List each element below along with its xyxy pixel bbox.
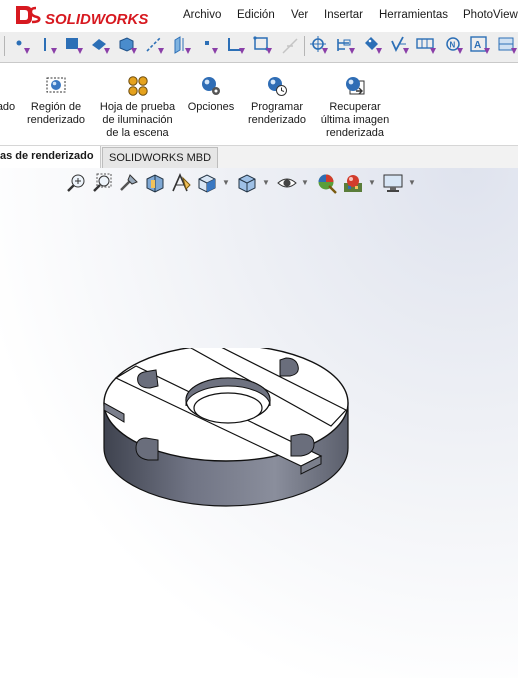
view-settings-icon[interactable] bbox=[382, 172, 404, 194]
selection-filter-toolbar: N A bbox=[0, 32, 518, 63]
solidworks-logo[interactable]: SOLIDWORKS bbox=[12, 2, 152, 30]
render-region-label-line2: renderizado bbox=[26, 114, 86, 126]
scene-illumination-label-line1: Hoja de prueba bbox=[99, 101, 176, 113]
filter-datum-icon[interactable] bbox=[416, 35, 438, 57]
menu-herramientas[interactable]: Herramientas bbox=[379, 9, 448, 21]
filter-sketch-segment-icon[interactable] bbox=[225, 35, 247, 57]
schedule-render-label-line1: Programar bbox=[251, 101, 303, 113]
menu-archivo[interactable]: Archivo bbox=[183, 9, 221, 21]
scene-illumination-icon bbox=[127, 76, 148, 96]
brand-text: SOLIDWORKS bbox=[45, 11, 148, 28]
recall-last-render-button[interactable]: Recuperar última imagen renderizada bbox=[315, 75, 395, 140]
hide-show-items-icon[interactable] bbox=[276, 172, 298, 194]
schedule-render-label-line2: renderizado bbox=[247, 114, 307, 126]
chevron-down-icon[interactable]: ▼ bbox=[262, 178, 270, 187]
render-button-label: ado bbox=[0, 101, 16, 113]
recall-render-label-line1: Recuperar bbox=[329, 101, 381, 113]
heads-up-view-toolbar: ▼ ▼ ▼ ▼ ▼ bbox=[0, 168, 518, 198]
svg-text:N: N bbox=[450, 41, 456, 50]
menu-ver[interactable]: Ver bbox=[291, 9, 308, 21]
tab-solidworks-mbd[interactable]: SOLIDWORKS MBD bbox=[102, 147, 219, 168]
filter-edge-icon[interactable] bbox=[37, 35, 59, 57]
filter-annotation-icon[interactable]: A bbox=[470, 35, 492, 57]
view-orientation-icon[interactable] bbox=[196, 172, 218, 194]
options-icon bbox=[202, 77, 220, 95]
previous-view-icon[interactable] bbox=[118, 172, 140, 194]
apply-scene-icon[interactable] bbox=[342, 172, 364, 194]
zoom-to-fit-icon[interactable] bbox=[66, 172, 88, 194]
menu-insertar[interactable]: Insertar bbox=[324, 9, 363, 21]
filter-surface-icon[interactable] bbox=[90, 35, 112, 57]
filter-vertex-icon[interactable] bbox=[10, 35, 32, 57]
svg-text:A: A bbox=[474, 40, 481, 51]
scene-illumination-proof-sheet-button[interactable]: Hoja de prueba de iluminación de la esce… bbox=[95, 75, 180, 140]
chevron-down-icon[interactable]: ▼ bbox=[368, 178, 376, 187]
render-icon bbox=[0, 75, 17, 97]
display-style-icon[interactable] bbox=[236, 172, 258, 194]
recall-render-label-line2: última imagen bbox=[320, 114, 390, 126]
filter-solid-body-icon[interactable] bbox=[117, 35, 139, 57]
filter-plane-icon[interactable] bbox=[171, 35, 193, 57]
filter-sketch-point-icon[interactable] bbox=[252, 35, 274, 57]
filter-midpoint-icon[interactable] bbox=[308, 35, 330, 57]
render-button[interactable]: ado bbox=[0, 75, 18, 114]
chevron-down-icon[interactable]: ▼ bbox=[222, 178, 230, 187]
options-label: Opciones bbox=[187, 101, 235, 113]
recall-render-label-line3: renderizada bbox=[325, 127, 385, 139]
chevron-down-icon[interactable]: ▼ bbox=[301, 178, 309, 187]
recall-render-icon bbox=[346, 77, 365, 95]
edit-appearance-icon[interactable] bbox=[316, 172, 338, 194]
render-region-label-line1: Región de bbox=[30, 101, 82, 113]
render-region-button[interactable]: Región de renderizado bbox=[22, 75, 90, 127]
scene-illumination-label-line2: de iluminación bbox=[102, 114, 173, 126]
filter-disabled-icon[interactable] bbox=[279, 35, 301, 57]
tab-render-tools[interactable]: as de renderizado bbox=[0, 146, 101, 168]
filter-axis-icon[interactable] bbox=[144, 35, 166, 57]
title-bar: SOLIDWORKS Archivo Edición Ver Insertar … bbox=[0, 0, 518, 33]
chevron-down-icon[interactable]: ▼ bbox=[408, 178, 416, 187]
dynamic-annotation-icon[interactable] bbox=[170, 172, 192, 194]
toolbar-separator bbox=[304, 36, 305, 56]
filter-tag-icon[interactable] bbox=[362, 35, 384, 57]
toolbar-separator bbox=[4, 36, 5, 56]
options-button[interactable]: Opciones bbox=[183, 75, 239, 114]
menu-photoview[interactable]: PhotoView bbox=[463, 9, 518, 21]
render-tools-ribbon: ado Región de renderizado Hoja de prueba… bbox=[0, 63, 518, 145]
zoom-to-area-icon[interactable] bbox=[92, 172, 114, 194]
filter-note-icon[interactable]: N bbox=[443, 35, 465, 57]
section-view-icon[interactable] bbox=[144, 172, 166, 194]
scene-illumination-label-line3: de la escena bbox=[106, 127, 169, 139]
filter-surface-finish-icon[interactable] bbox=[389, 35, 411, 57]
render-region-icon bbox=[46, 77, 66, 93]
menu-edicion[interactable]: Edición bbox=[237, 9, 275, 21]
3d-part-model[interactable] bbox=[96, 348, 356, 523]
schedule-render-icon bbox=[268, 77, 287, 96]
filter-point-icon[interactable] bbox=[198, 35, 220, 57]
schedule-render-button[interactable]: Programar renderizado bbox=[244, 75, 310, 127]
filter-face-icon[interactable] bbox=[63, 35, 85, 57]
filter-dimension-icon[interactable] bbox=[335, 35, 357, 57]
graphics-viewport[interactable]: ▼ ▼ ▼ ▼ ▼ bbox=[0, 168, 518, 678]
command-manager-tabs: as de renderizado SOLIDWORKS MBD bbox=[0, 145, 518, 169]
filter-more-icon[interactable] bbox=[497, 35, 518, 57]
